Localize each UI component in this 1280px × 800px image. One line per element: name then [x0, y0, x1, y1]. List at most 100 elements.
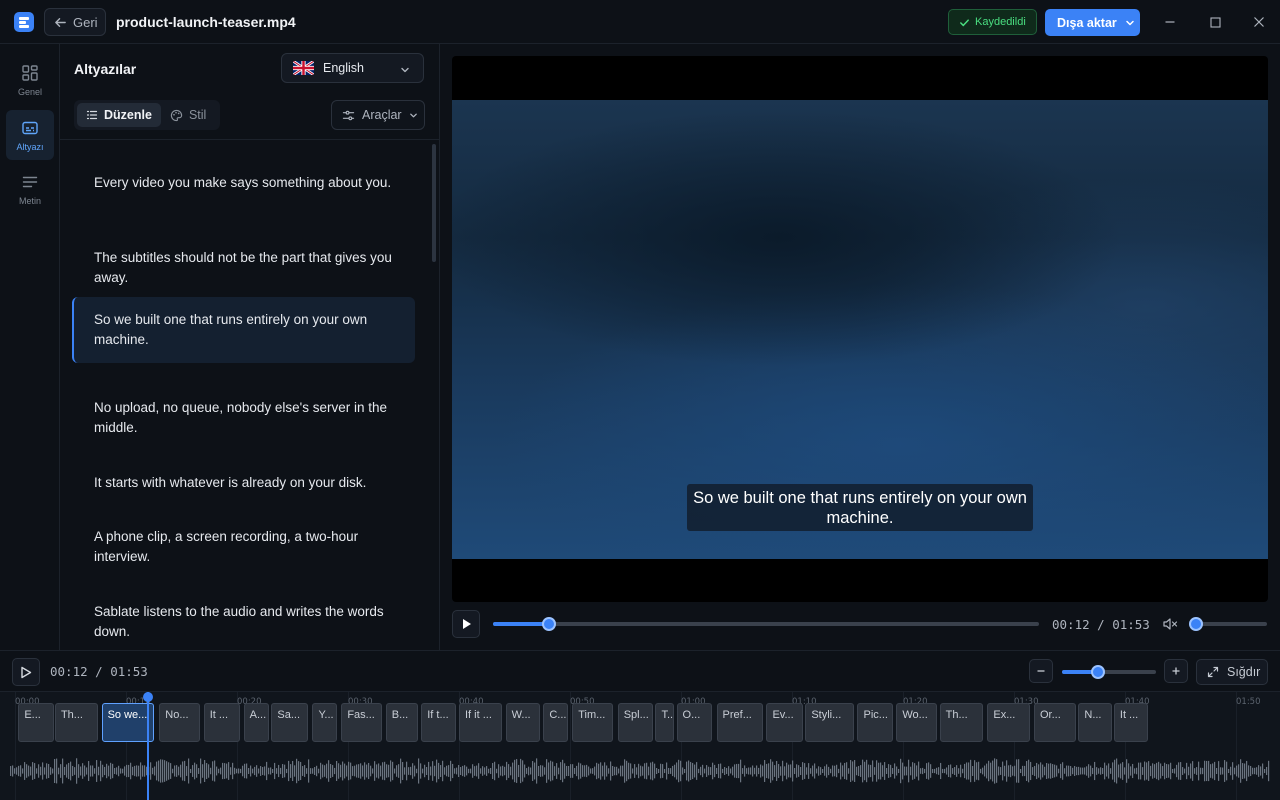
timeline-clip[interactable]: E...	[18, 703, 54, 742]
tools-dropdown[interactable]: Araçlar	[331, 100, 425, 130]
file-name: product-launch-teaser.mp4	[116, 14, 296, 30]
tab-edit[interactable]: Düzenle	[77, 103, 161, 127]
maximize-button[interactable]	[1205, 12, 1225, 32]
playhead-handle[interactable]	[143, 692, 154, 702]
timeline-clip[interactable]: Styli...	[805, 703, 855, 742]
language-select[interactable]: English	[281, 53, 424, 83]
timeline-clip[interactable]: Th...	[939, 703, 983, 742]
back-button[interactable]: Geri	[44, 8, 106, 36]
plus-icon	[1172, 667, 1180, 675]
timeline-clip[interactable]: It ...	[1113, 703, 1149, 742]
language-label: English	[323, 61, 364, 75]
volume-handle[interactable]	[1189, 617, 1203, 631]
tab-style[interactable]: Stil	[161, 103, 215, 127]
subtitles-icon	[22, 121, 38, 135]
zoom-out-button[interactable]	[1029, 659, 1053, 683]
timeline-track[interactable]: 00:00 00:10 00:20 00:30 00:40 00:50 01:00 01:10…	[0, 691, 1280, 800]
timeline-clip[interactable]: Pref...	[716, 703, 764, 742]
cue-list-scrollbar[interactable]	[432, 144, 436, 262]
timeline-toolbar: 00:12 / 01:53 Sığdır	[0, 650, 1280, 691]
timeline-clip[interactable]: Sa...	[271, 703, 309, 742]
timeline-clip[interactable]: Wo...	[896, 703, 938, 742]
timeline-clip[interactable]: Y...	[312, 703, 337, 742]
timeline-clip[interactable]: If it ...	[459, 703, 503, 742]
logo-icon	[14, 12, 34, 32]
timeline-time: 00:12 / 01:53	[50, 664, 148, 679]
fit-label: Sığdır	[1227, 665, 1261, 679]
subtitle-cue[interactable]: The subtitles should not be the part tha…	[72, 235, 415, 301]
seek-bar[interactable]	[493, 617, 1039, 631]
close-icon	[1254, 17, 1264, 27]
minimize-button[interactable]	[1160, 12, 1180, 32]
timeline-clip[interactable]: W...	[505, 703, 541, 742]
minus-icon	[1037, 670, 1045, 672]
rail-item-text[interactable]: Metin	[6, 164, 54, 214]
zoom-handle[interactable]	[1090, 665, 1105, 679]
timeline-clip[interactable]: Fas...	[341, 703, 383, 742]
subtitle-cue-active[interactable]: So we built one that runs entirely on yo…	[72, 297, 415, 363]
timeline-clip-active[interactable]: So we...	[101, 703, 154, 742]
player-time: 00:12 / 01:53	[1052, 617, 1150, 632]
timeline-clip[interactable]: Ev...	[766, 703, 804, 742]
tab-label: Stil	[188, 108, 207, 122]
player-play-button[interactable]	[452, 610, 480, 638]
arrow-left-icon	[55, 17, 66, 27]
timeline-clip[interactable]: Tim...	[572, 703, 614, 742]
export-label: Dışa aktar	[1057, 15, 1117, 30]
fit-button[interactable]: Sığdır	[1196, 659, 1268, 685]
volume-mute-icon[interactable]	[1162, 616, 1178, 632]
subtitle-cue[interactable]: No upload, no queue, nobody else's serve…	[72, 385, 415, 451]
divider	[60, 139, 439, 140]
chevron-down-icon	[401, 67, 409, 73]
app-window: Geri product-launch-teaser.mp4 Kaydedild…	[0, 0, 1280, 800]
timeline-clip[interactable]: B...	[385, 703, 418, 742]
timeline-clip[interactable]: T...	[655, 703, 675, 742]
timeline-clip[interactable]: If t...	[421, 703, 456, 742]
timeline-play-button[interactable]	[12, 658, 40, 686]
subtitle-cue[interactable]: Every video you make says something abou…	[72, 160, 415, 226]
volume-slider[interactable]	[1189, 617, 1267, 631]
chevron-down-icon	[409, 113, 417, 117]
timeline-clip[interactable]: Th...	[54, 703, 99, 742]
expand-icon	[1207, 666, 1219, 678]
maximize-icon	[1209, 16, 1221, 28]
play-icon	[462, 619, 471, 629]
subtitle-cue[interactable]: Sablate listens to the audio and writes …	[72, 589, 415, 650]
close-window-button[interactable]	[1249, 12, 1269, 32]
timeline-clip[interactable]: Ex...	[987, 703, 1030, 742]
seek-handle[interactable]	[542, 617, 557, 631]
timeline-playhead[interactable]	[147, 692, 150, 800]
saved-label: Kaydedildi	[975, 16, 1026, 28]
zoom-slider[interactable]	[1062, 665, 1156, 679]
palette-icon	[170, 109, 183, 121]
sliders-icon	[342, 110, 355, 120]
timeline-clip[interactable]: O...	[676, 703, 713, 742]
rail-item-subtitle[interactable]: Altyazı	[6, 110, 54, 160]
timeline-clip[interactable]: Pic...	[857, 703, 893, 742]
timeline-clip[interactable]: No...	[159, 703, 201, 742]
chevron-down-icon	[1126, 20, 1134, 25]
rail-item-label: Metin	[18, 196, 41, 206]
subtitle-cue[interactable]: A phone clip, a screen recording, a two-…	[72, 514, 415, 580]
timeline-clip[interactable]: It ...	[203, 703, 241, 742]
panel-title: Altyazılar	[74, 61, 137, 77]
minimize-icon	[1165, 21, 1175, 23]
seek-progress	[493, 622, 550, 626]
timeline-clip[interactable]: Or...	[1033, 703, 1077, 742]
export-button[interactable]: Dışa aktar	[1045, 9, 1140, 36]
timeline-clip[interactable]: Spl...	[617, 703, 654, 742]
uk-flag-icon	[293, 61, 314, 75]
timeline-clip[interactable]: C...	[543, 703, 568, 742]
tab-label: Düzenle	[104, 108, 152, 122]
check-icon	[960, 18, 969, 26]
caption-overlay: So we built one that runs entirely on yo…	[687, 484, 1033, 531]
timeline-clip[interactable]: A...	[243, 703, 270, 742]
panel-tabs: Düzenle Stil	[74, 100, 220, 130]
saved-status-badge: Kaydedildi	[948, 9, 1037, 35]
timeline-clip[interactable]: N...	[1078, 703, 1112, 742]
video-player[interactable]: So we built one that runs entirely on yo…	[452, 56, 1268, 602]
rail-item-general[interactable]: Genel	[6, 55, 54, 105]
text-lines-icon	[22, 176, 38, 188]
zoom-in-button[interactable]	[1164, 659, 1188, 683]
audio-waveform[interactable]	[10, 755, 1270, 787]
